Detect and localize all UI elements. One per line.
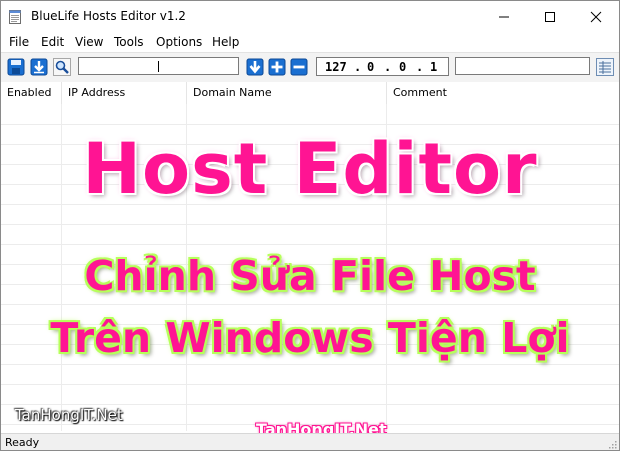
title-bar[interactable]: BlueLife Hosts Editor v1.2 [1, 1, 619, 32]
download-button[interactable] [30, 58, 48, 76]
ip-octet-2[interactable]: 0 [367, 60, 374, 74]
ip-address-field[interactable]: 127 . 0 . 0 . 1 [316, 57, 449, 76]
maximize-button[interactable] [527, 1, 573, 32]
column-header-comment[interactable]: Comment [387, 82, 619, 104]
menu-options[interactable]: Options [156, 35, 202, 49]
list-view-button[interactable] [596, 58, 614, 76]
ip-octet-1[interactable]: 127 [325, 60, 347, 74]
move-down-button[interactable] [246, 58, 264, 76]
status-bar: Ready [1, 433, 619, 450]
resize-grip-icon[interactable] [607, 439, 617, 449]
ip-octet-4[interactable]: 1 [430, 60, 437, 74]
notepad-app-icon [9, 9, 21, 24]
menu-edit[interactable]: Edit [41, 35, 64, 49]
overlay-headline: Host Editor [82, 128, 538, 210]
ip-octet-3[interactable]: 0 [399, 60, 406, 74]
remove-icon [290, 58, 308, 76]
menu-tools[interactable]: Tools [114, 35, 144, 49]
list-view-icon [596, 58, 614, 76]
app-window: BlueLife Hosts Editor v1.2 File Edit Vie… [0, 0, 620, 451]
add-icon [268, 58, 286, 76]
window-title: BlueLife Hosts Editor v1.2 [31, 9, 186, 23]
maximize-icon [545, 11, 555, 22]
domain-input[interactable] [455, 57, 590, 75]
column-header-ip-address[interactable]: IP Address [62, 82, 187, 104]
menu-file[interactable]: File [9, 35, 29, 49]
menu-view[interactable]: View [75, 35, 103, 49]
ip-dot-3: . [416, 60, 424, 74]
download-icon [30, 58, 48, 76]
remove-entry-button[interactable] [290, 58, 308, 76]
column-header-enabled[interactable]: Enabled [1, 82, 62, 104]
column-header-domain-name[interactable]: Domain Name [187, 82, 387, 104]
add-entry-button[interactable] [268, 58, 286, 76]
ip-dot-2: . [384, 60, 392, 74]
find-button[interactable] [53, 58, 71, 76]
overlay-subtitle-line-2: Trên Windows Tiện Lợi [50, 314, 570, 362]
status-text: Ready [5, 436, 40, 449]
minimize-button[interactable] [481, 1, 527, 32]
overlay-subtitle-line-1: Chỉnh Sửa File Host [84, 252, 536, 300]
down-arrow-icon [246, 58, 264, 76]
ip-dot-1: . [354, 60, 362, 74]
save-icon [7, 58, 25, 76]
search-icon [53, 58, 71, 76]
close-icon [590, 11, 602, 22]
search-input[interactable] [78, 57, 239, 75]
close-button[interactable] [573, 1, 619, 32]
menu-bar: File Edit View Tools Options Help [1, 32, 619, 52]
menu-help[interactable]: Help [212, 35, 239, 49]
minimize-icon [499, 16, 509, 17]
toolbar: 127 . 0 . 0 . 1 [1, 52, 619, 83]
watermark-left: TanHongIT.Net [15, 406, 123, 424]
text-caret [158, 61, 159, 72]
save-button[interactable] [7, 58, 25, 76]
